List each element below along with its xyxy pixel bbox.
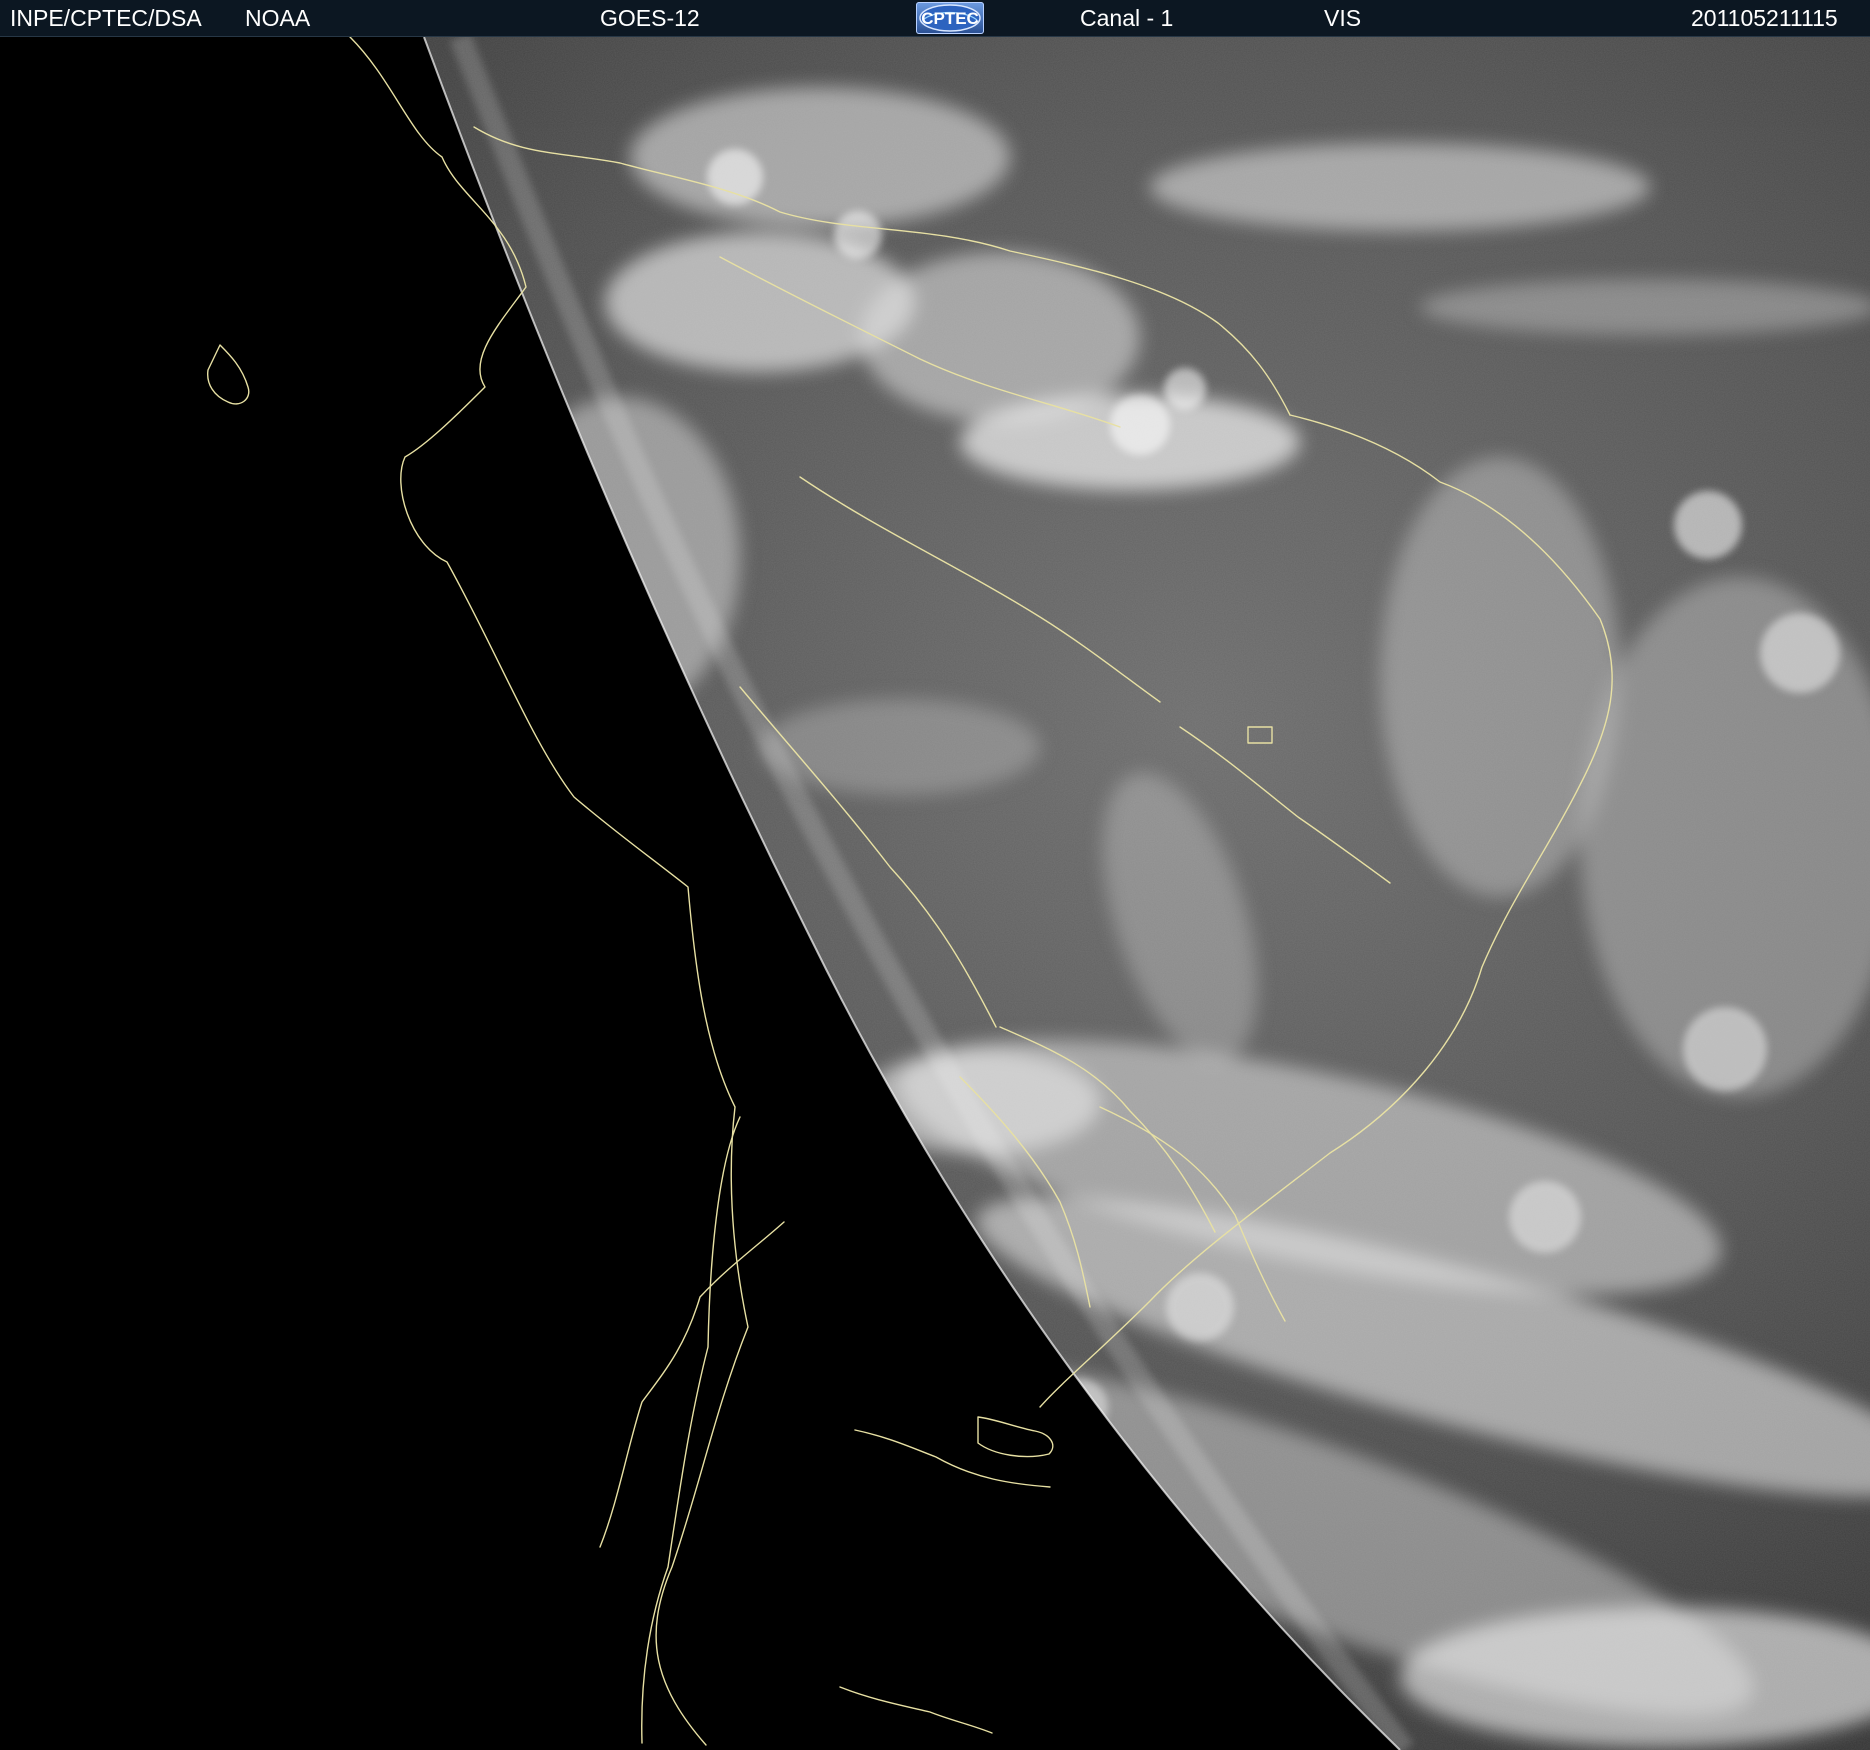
source-label: NOAA (245, 5, 311, 31)
agency-label: INPE/CPTEC/DSA (10, 5, 202, 31)
satellite-image-frame: INPE/CPTEC/DSA NOAA GOES-12 CPTEC Canal … (0, 0, 1870, 1750)
cptec-logo-icon: CPTEC (916, 2, 984, 34)
channel-label: Canal - 1 (1080, 5, 1174, 31)
band-label: VIS (1324, 5, 1362, 31)
earth-visible-image (0, 37, 1870, 1750)
logo-text: CPTEC (921, 9, 979, 28)
satellite-label: GOES-12 (600, 5, 700, 31)
cptec-logo-svg: CPTEC (919, 4, 981, 32)
header-bar: INPE/CPTEC/DSA NOAA GOES-12 CPTEC Canal … (0, 0, 1870, 37)
satellite-image (0, 37, 1870, 1750)
timestamp-label: 201105211115 (1691, 5, 1838, 31)
